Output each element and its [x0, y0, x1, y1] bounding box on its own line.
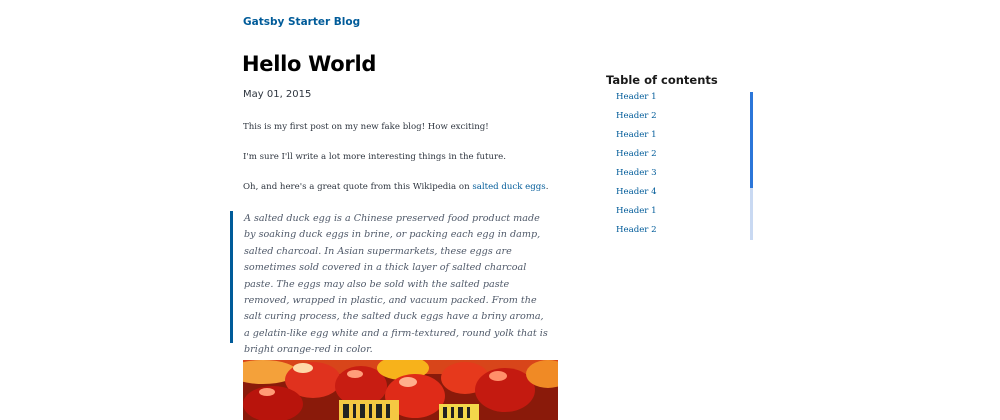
- toc-item[interactable]: Header 3: [616, 167, 657, 186]
- toc-link[interactable]: Header 4: [616, 187, 657, 197]
- toc-item[interactable]: Header 1: [616, 129, 657, 148]
- paragraph-text-end: .: [545, 182, 549, 192]
- toc-link[interactable]: Header 3: [616, 168, 657, 178]
- blockquote-text: A salted duck egg is a Chinese preserved…: [244, 213, 548, 356]
- toc-title: Table of contents: [606, 73, 718, 87]
- toc-list: Header 1 Header 2 Header 1 Header 2 Head…: [616, 91, 657, 243]
- toc-item[interactable]: Header 1: [616, 91, 657, 110]
- salted-duck-eggs-link[interactable]: salted duck eggs: [472, 182, 545, 192]
- toc-link[interactable]: Header 2: [616, 111, 657, 121]
- toc-item[interactable]: Header 1: [616, 205, 657, 224]
- toc-link[interactable]: Header 1: [616, 130, 657, 140]
- paragraph-text: Oh, and here's a great quote from this W…: [243, 182, 473, 192]
- toc-link[interactable]: Header 1: [616, 206, 657, 216]
- post-title: Hello World: [242, 52, 377, 76]
- toc-link[interactable]: Header 2: [616, 225, 657, 235]
- toc-item[interactable]: Header 2: [616, 110, 657, 129]
- toc-progress-track: [750, 92, 753, 240]
- blockquote: A salted duck egg is a Chinese preserved…: [230, 211, 550, 355]
- post-paragraph-2: I'm sure I'll write a lot more interesti…: [243, 152, 506, 162]
- post-date: May 01, 2015: [243, 89, 312, 100]
- post-paragraph-3: Oh, and here's a great quote from this W…: [243, 182, 548, 192]
- salted-duck-eggs-image: [243, 360, 558, 420]
- toc-link[interactable]: Header 2: [616, 149, 657, 159]
- toc-progress-indicator: [750, 92, 753, 189]
- eggs-photo-drawing: [243, 360, 558, 420]
- toc-item[interactable]: Header 4: [616, 186, 657, 205]
- toc-item[interactable]: Header 2: [616, 148, 657, 167]
- site-title-link[interactable]: Gatsby Starter Blog: [243, 16, 360, 28]
- toc-item[interactable]: Header 2: [616, 224, 657, 243]
- post-paragraph-1: This is my first post on my new fake blo…: [243, 122, 489, 132]
- toc-link[interactable]: Header 1: [616, 92, 657, 102]
